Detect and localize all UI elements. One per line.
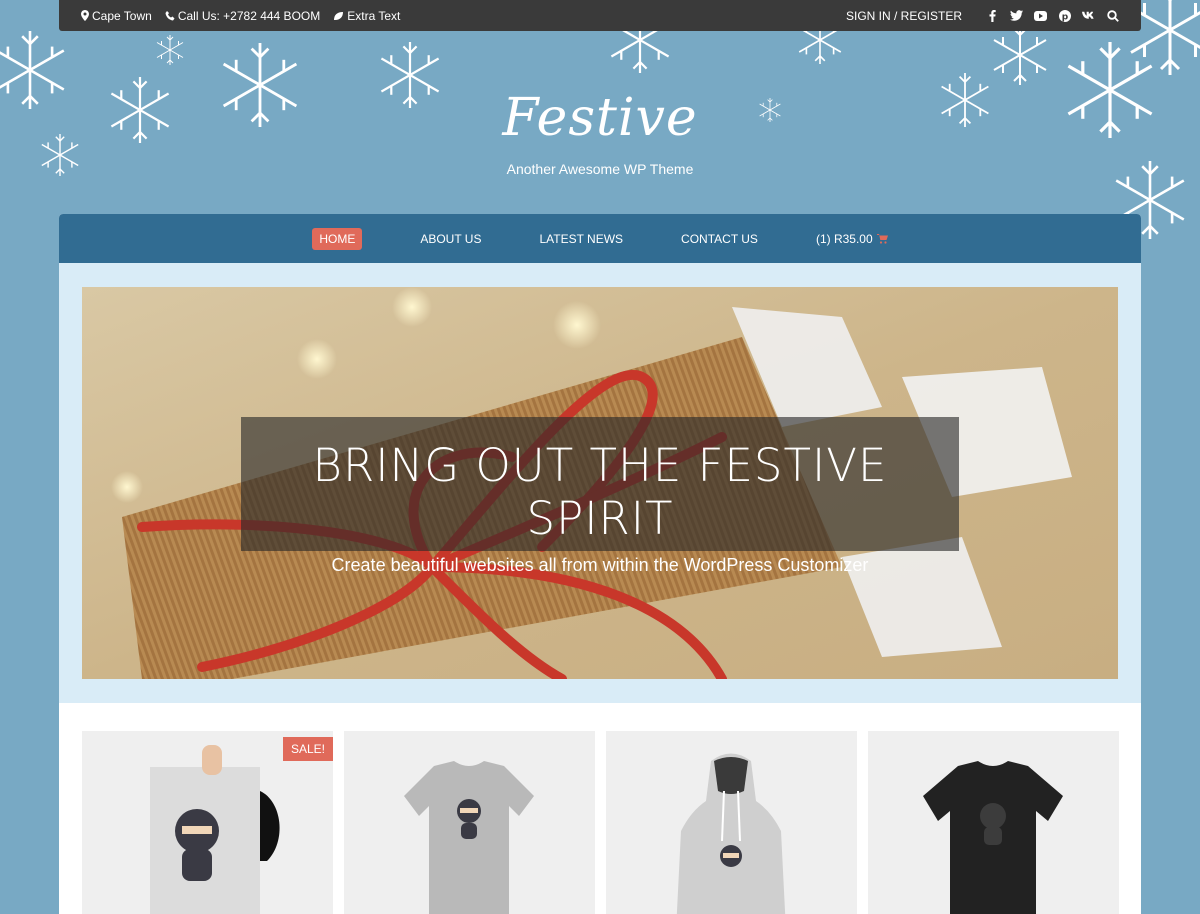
sign-in-link[interactable]: SIGN IN / REGISTER bbox=[846, 9, 962, 23]
nav-latest-news[interactable]: LATEST NEWS bbox=[539, 232, 623, 246]
nav-about-us[interactable]: ABOUT US bbox=[420, 232, 481, 246]
pinterest-icon[interactable]: p bbox=[1058, 9, 1071, 22]
site-tagline: Another Awesome WP Theme bbox=[506, 161, 694, 177]
location-info: Cape Town bbox=[81, 9, 152, 23]
vk-icon[interactable] bbox=[1082, 9, 1095, 22]
map-marker-icon bbox=[81, 10, 89, 21]
product-card[interactable] bbox=[868, 731, 1119, 914]
hero-section: BRING OUT THE FESTIVE SPIRIT Create beau… bbox=[59, 263, 1141, 703]
product-card[interactable] bbox=[344, 731, 595, 914]
nav-cart[interactable]: (1) R35.00 bbox=[816, 232, 888, 246]
phone-info: Call Us: +2782 444 BOOM bbox=[165, 9, 320, 23]
nav-contact-us[interactable]: CONTACT US bbox=[681, 232, 758, 246]
phone-text: Call Us: +2782 444 BOOM bbox=[177, 8, 321, 23]
product-card[interactable]: SALE! bbox=[82, 731, 333, 914]
extra-text: Extra Text bbox=[347, 8, 401, 23]
location-text: Cape Town bbox=[92, 8, 152, 23]
cart-total: (1) R35.00 bbox=[815, 231, 873, 246]
facebook-icon[interactable] bbox=[986, 9, 999, 22]
svg-text:p: p bbox=[1061, 12, 1068, 22]
leaf-icon bbox=[334, 11, 344, 20]
product-card[interactable] bbox=[606, 731, 857, 914]
hero-subheading: Create beautiful websites all from withi… bbox=[331, 555, 869, 575]
main-nav: HOME ABOUT US LATEST NEWS CONTACT US (1)… bbox=[59, 214, 1141, 263]
nav-home[interactable]: HOME bbox=[312, 227, 363, 250]
youtube-icon[interactable] bbox=[1034, 9, 1047, 22]
search-icon[interactable] bbox=[1106, 9, 1119, 22]
hoodie-image bbox=[676, 753, 786, 914]
cart-icon bbox=[876, 233, 888, 244]
hero-caption: BRING OUT THE FESTIVE SPIRIT Create beau… bbox=[241, 417, 959, 575]
extra-info: Extra Text bbox=[333, 9, 400, 23]
main-container: HOME ABOUT US LATEST NEWS CONTACT US (1)… bbox=[59, 214, 1141, 914]
sale-badge: SALE! bbox=[282, 737, 333, 761]
top-bar: Cape Town Call Us: +2782 444 BOOM Extra … bbox=[59, 0, 1141, 31]
site-logo[interactable]: Festive bbox=[0, 88, 1200, 148]
tshirt-image bbox=[404, 761, 534, 914]
product-grid: SALE! bbox=[82, 731, 1130, 914]
hero-heading: BRING OUT THE FESTIVE SPIRIT bbox=[312, 439, 888, 545]
twitter-icon[interactable] bbox=[1010, 9, 1023, 22]
black-tshirt-image bbox=[923, 761, 1063, 914]
hero-slider[interactable]: BRING OUT THE FESTIVE SPIRIT Create beau… bbox=[82, 287, 1118, 679]
phone-icon bbox=[165, 10, 175, 20]
